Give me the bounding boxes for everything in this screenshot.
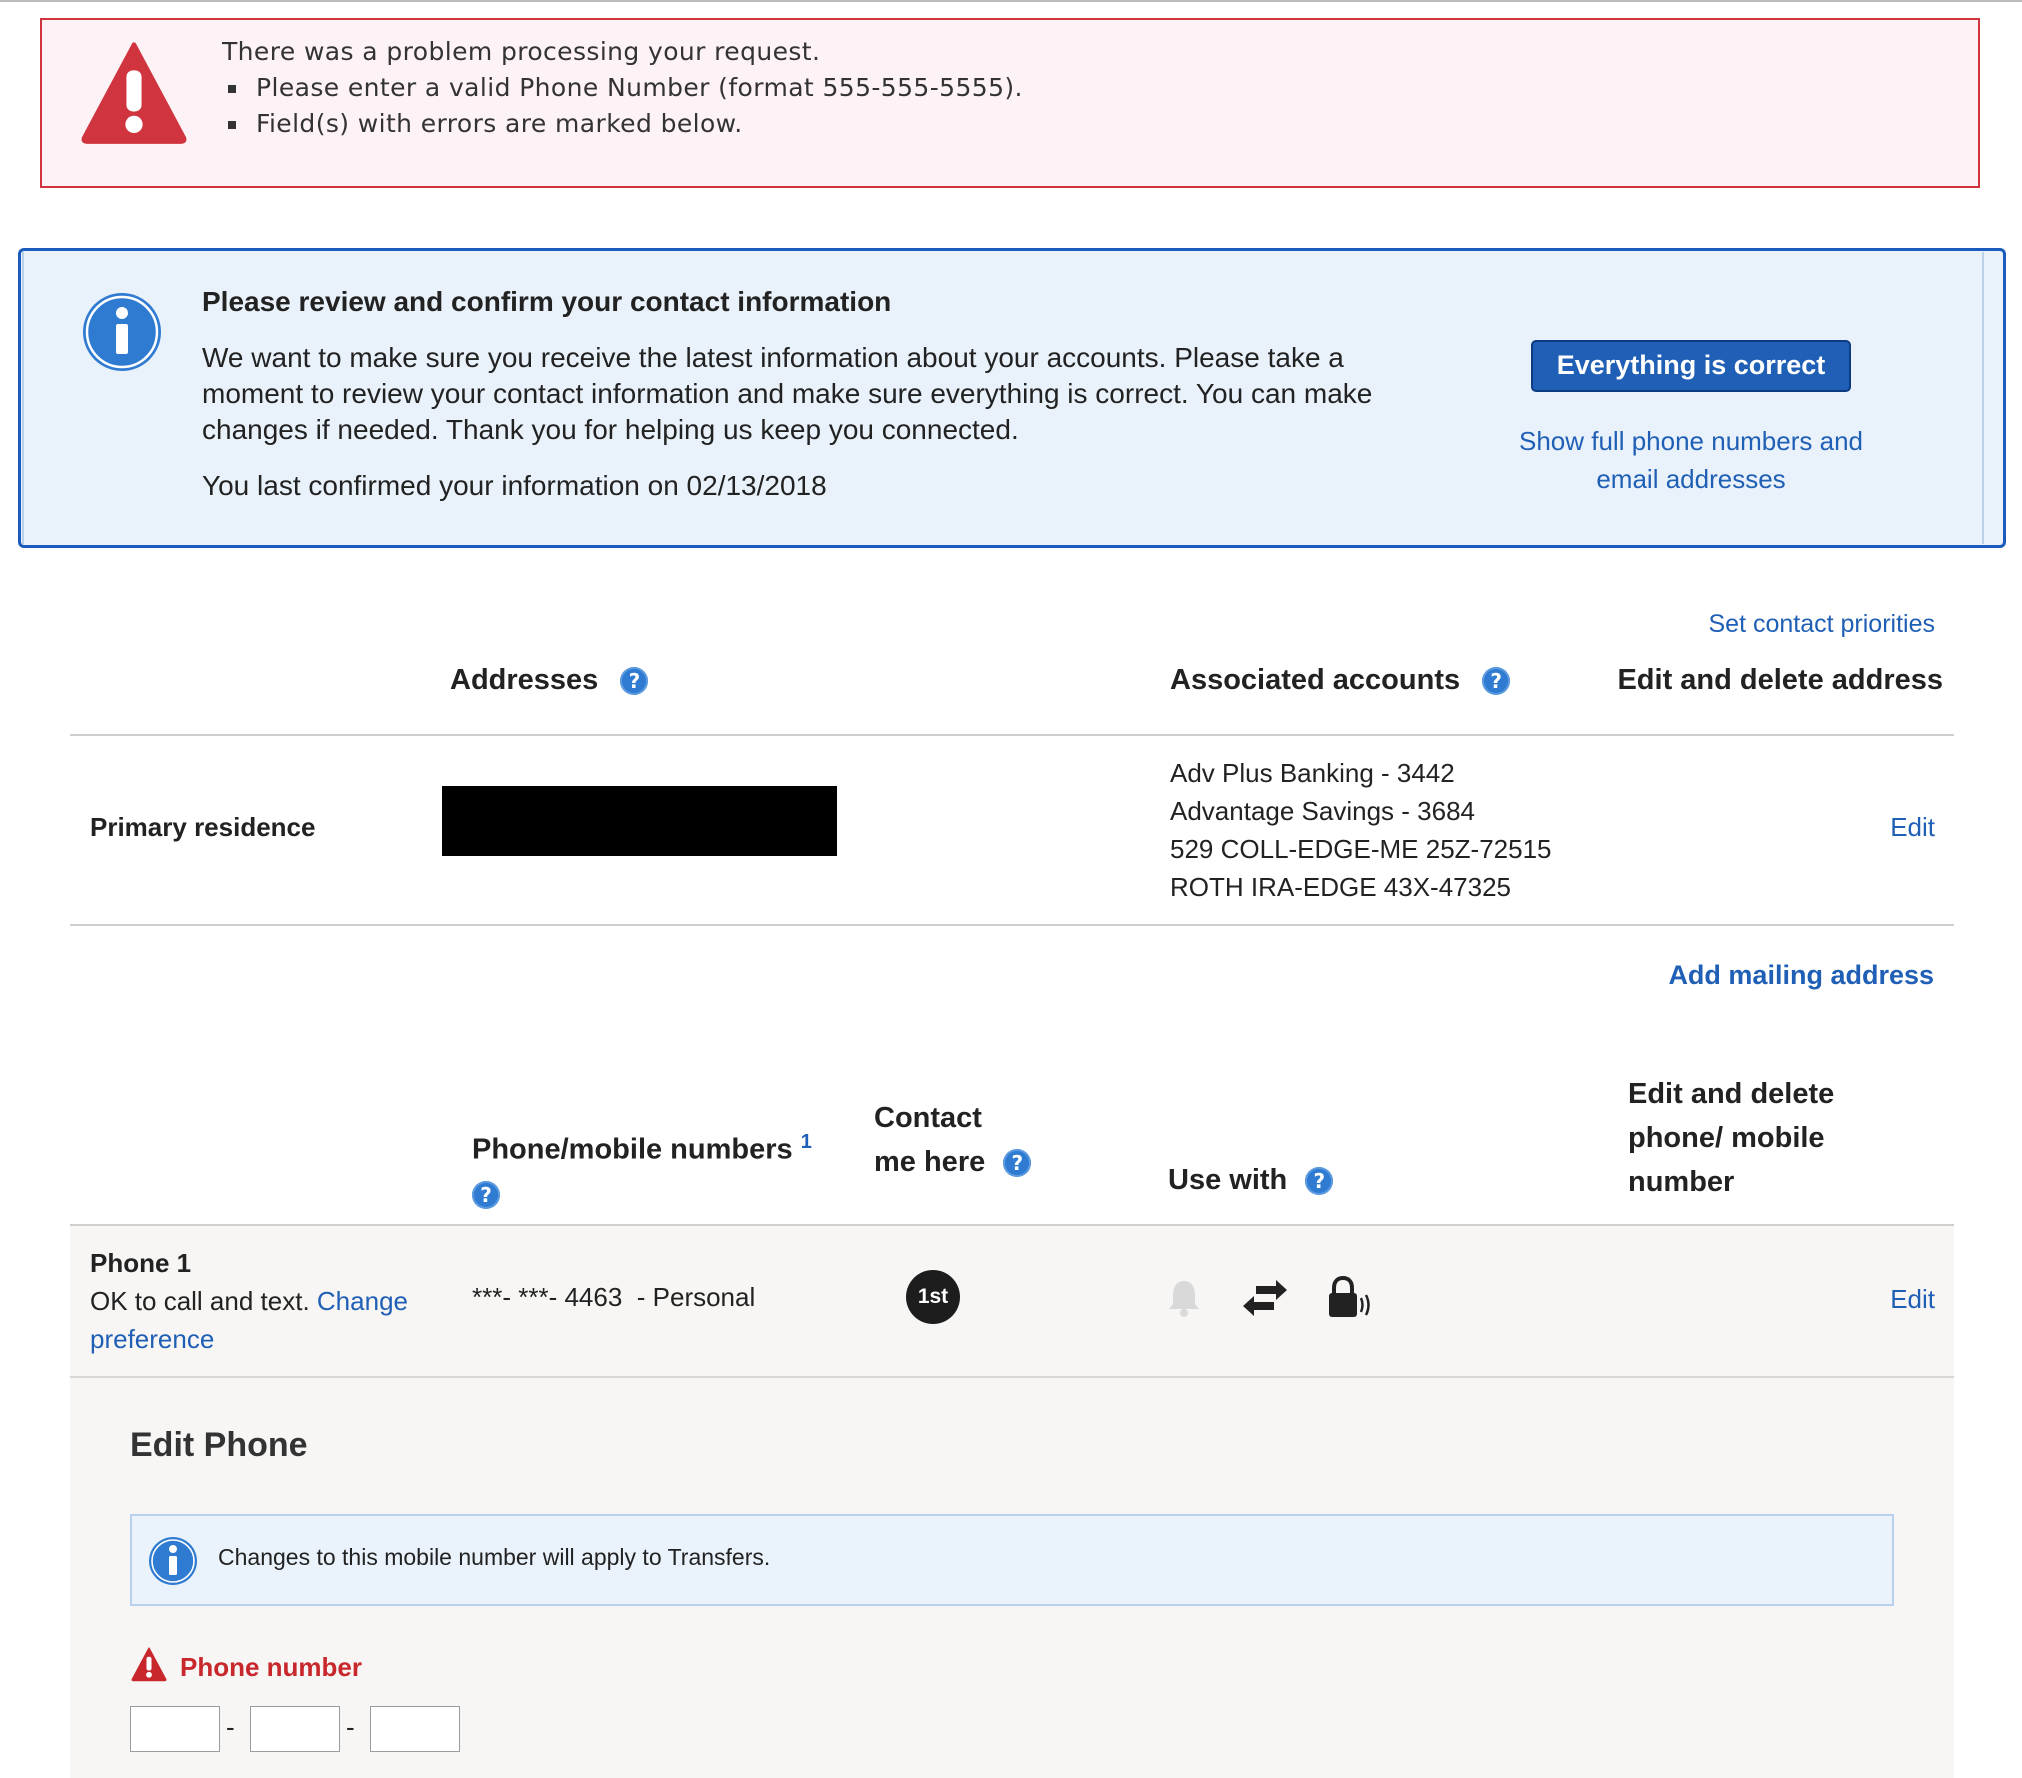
masked-phone-number: ***- ***- 4463 - Personal — [472, 1282, 756, 1312]
bell-icon — [1169, 1281, 1199, 1317]
warning-icon — [81, 42, 187, 144]
contact-header-line: me here ? — [874, 1140, 1032, 1184]
addresses-header-label: Addresses — [450, 664, 599, 696]
help-icon[interactable]: ? — [620, 667, 649, 696]
use-with-column-header: Use with ? — [1168, 1164, 1334, 1197]
primary-residence-label: Primary residence — [90, 812, 316, 842]
phone-number-field-label: Phone number — [180, 1652, 363, 1682]
phone-prefix-input[interactable] — [250, 1706, 340, 1752]
contact-header-line: Contact — [874, 1102, 982, 1134]
phone-1-cell: Phone 1 OK to call and text. Change pref… — [90, 1244, 408, 1358]
account-item: Adv Plus Banking - 3442 — [1170, 758, 1455, 788]
redacted-address — [442, 786, 837, 856]
phone-area-code-input[interactable] — [130, 1706, 220, 1752]
phone-preference-line: OK to call and text. Change — [90, 1282, 408, 1320]
everything-correct-button[interactable]: Everything is correct — [1531, 340, 1851, 392]
help-icon[interactable]: ? — [1305, 1167, 1334, 1196]
change-preference-link-continued[interactable]: preference — [90, 1320, 408, 1358]
review-body: We want to make sure you receive the lat… — [202, 342, 1373, 445]
change-preference-link[interactable]: Change — [317, 1286, 408, 1316]
add-mailing-address-link[interactable]: Add mailing address — [1668, 960, 1934, 991]
warning-icon — [131, 1647, 167, 1682]
lock-sound-icon — [1329, 1276, 1370, 1317]
phone-numbers-column-header: Phone/mobile numbers 1 ? — [472, 1120, 832, 1216]
phone-1-label: Phone 1 — [90, 1248, 192, 1278]
help-icon[interactable]: ? — [1003, 1149, 1032, 1178]
edit-phone-title: Edit Phone — [130, 1426, 308, 1464]
phone-line-number-input[interactable] — [370, 1706, 460, 1752]
error-list: Please enter a valid Phone Number (forma… — [222, 70, 1023, 142]
account-item: 529 COLL-EDGE-ME 25Z-72515 — [1170, 834, 1552, 864]
help-icon[interactable]: ? — [472, 1181, 500, 1209]
account-item: Advantage Savings - 3684 — [1170, 796, 1475, 826]
transfers-notice-text: Changes to this mobile number will apply… — [218, 1544, 771, 1570]
show-full-numbers-link[interactable]: Show full phone numbers and email addres… — [1470, 422, 1912, 498]
edit-delete-address-column-header: Edit and delete address — [1617, 664, 1943, 696]
priority-badge: 1st — [906, 1270, 960, 1324]
edit-delete-phone-column-header: Edit and delete phone/ mobile number — [1628, 1072, 1834, 1204]
addresses-column-header: Addresses ? — [450, 664, 649, 697]
contact-header-line-2: me here — [874, 1146, 986, 1178]
use-with-header-label: Use with — [1168, 1164, 1288, 1196]
last-confirmed-text: You last confirmed your information on 0… — [202, 470, 827, 501]
phone-separator: - — [226, 1712, 235, 1742]
transfer-arrows-icon — [1243, 1280, 1287, 1316]
info-icon — [83, 293, 161, 371]
associated-accounts-list: Adv Plus Banking - 3442 Advantage Saving… — [1170, 754, 1552, 906]
error-item: Field(s) with errors are marked below. — [250, 106, 1023, 142]
top-divider — [0, 0, 2022, 2]
addresses-header-divider — [70, 734, 1954, 736]
phones-header-divider — [70, 1224, 1954, 1226]
error-item: Please enter a valid Phone Number (forma… — [250, 70, 1023, 106]
info-icon — [149, 1537, 197, 1585]
show-full-link-line: email addresses — [1596, 464, 1786, 494]
edit-phone-header-line: Edit and delete — [1628, 1078, 1835, 1110]
edit-phone-header-line: number — [1628, 1166, 1735, 1198]
associated-accounts-header-label: Associated accounts — [1170, 664, 1461, 696]
addresses-row-divider — [70, 924, 1954, 926]
edit-address-link[interactable]: Edit — [1890, 812, 1935, 843]
review-title: Please review and confirm your contact i… — [202, 286, 892, 317]
contact-me-here-column-header: Contact me here ? — [874, 1096, 1032, 1184]
error-heading: There was a problem processing your requ… — [222, 37, 821, 66]
error-message: There was a problem processing your requ… — [222, 34, 1023, 142]
edit-phone-link[interactable]: Edit — [1890, 1284, 1935, 1315]
edit-phone-header-line: phone/ mobile — [1628, 1122, 1825, 1154]
set-contact-priorities-link[interactable]: Set contact priorities — [1709, 610, 1936, 639]
phone-separator: - — [346, 1712, 355, 1742]
show-full-link-line: Show full phone numbers and — [1518, 426, 1863, 456]
phone-numbers-header-label: Phone/mobile numbers — [472, 1133, 793, 1166]
ok-to-call-text: OK to call and text. — [90, 1286, 310, 1316]
footnote-link[interactable]: 1 — [801, 1131, 812, 1153]
help-icon[interactable]: ? — [1482, 667, 1511, 696]
associated-accounts-column-header: Associated accounts ? — [1170, 664, 1511, 697]
account-item: ROTH IRA-EDGE 43X-47325 — [1170, 872, 1512, 902]
